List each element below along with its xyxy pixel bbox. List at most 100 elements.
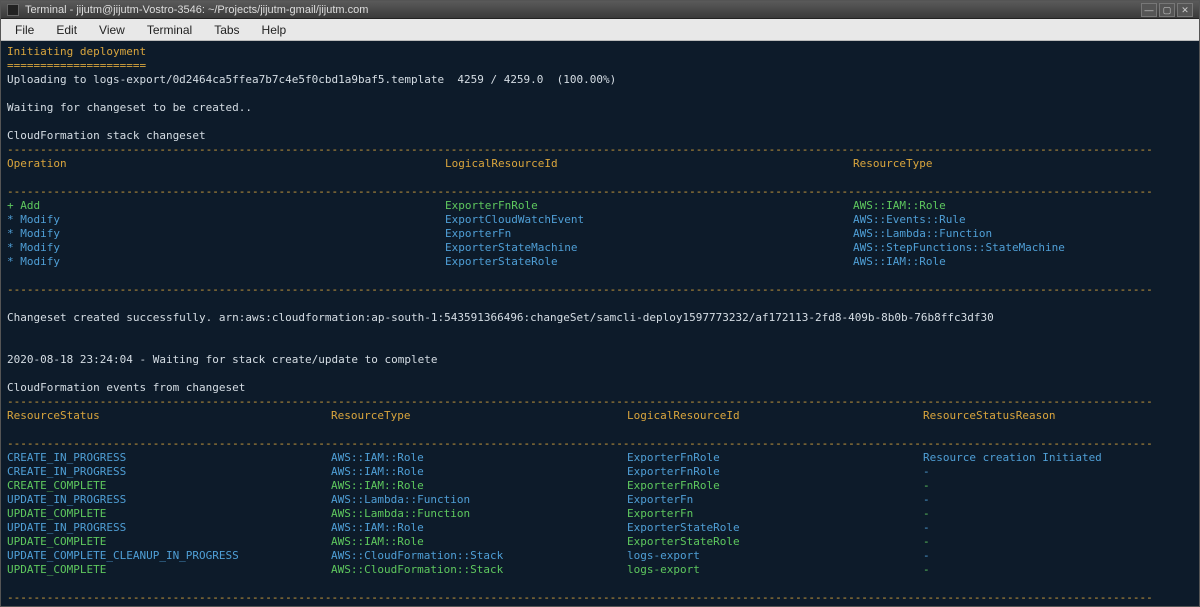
- hdr-resource-status: ResourceStatus: [7, 409, 331, 423]
- rt-cell: AWS::Events::Rule: [853, 213, 1193, 227]
- lid-cell: ExporterStateRole: [445, 255, 853, 269]
- rs-cell: CREATE_IN_PROGRESS: [7, 451, 331, 465]
- event-row: UPDATE_COMPLETEAWS::Lambda::FunctionExpo…: [7, 507, 1193, 521]
- event-row: UPDATE_COMPLETEAWS::IAM::RoleExporterSta…: [7, 535, 1193, 549]
- hdr-resource-status-reason: ResourceStatusReason: [923, 409, 1193, 423]
- initiating-line: Initiating deployment: [7, 45, 146, 58]
- event-row: UPDATE_IN_PROGRESSAWS::Lambda::FunctionE…: [7, 493, 1193, 507]
- changeset-row: * ModifyExporterFnAWS::Lambda::Function: [7, 227, 1193, 241]
- rs-cell: UPDATE_COMPLETE: [7, 563, 331, 577]
- window-title-text: Terminal - jijutm@jijutm-Vostro-3546: ~/…: [25, 4, 368, 16]
- titlebar-left: Terminal - jijutm@jijutm-Vostro-3546: ~/…: [7, 4, 368, 16]
- rs-cell: UPDATE_COMPLETE: [7, 535, 331, 549]
- rsr-cell: -: [923, 479, 1193, 493]
- lr-cell: ExporterFn: [627, 493, 923, 507]
- lr-cell: ExporterFnRole: [627, 479, 923, 493]
- menu-file[interactable]: File: [5, 21, 44, 39]
- lid-cell: ExportCloudWatchEvent: [445, 213, 853, 227]
- minimize-button[interactable]: —: [1141, 3, 1157, 17]
- rtype-cell: AWS::Lambda::Function: [331, 507, 627, 521]
- op-cell: + Add: [7, 199, 445, 213]
- lid-cell: ExporterFn: [445, 227, 853, 241]
- lr-cell: ExporterStateRole: [627, 521, 923, 535]
- rtype-cell: AWS::IAM::Role: [331, 521, 627, 535]
- event-rows: CREATE_IN_PROGRESSAWS::IAM::RoleExporter…: [7, 451, 1193, 577]
- op-cell: * Modify: [7, 241, 445, 255]
- initiating-underline: =====================: [7, 59, 146, 72]
- rtype-cell: AWS::CloudFormation::Stack: [331, 563, 627, 577]
- rsr-cell: -: [923, 563, 1193, 577]
- rtype-cell: AWS::Lambda::Function: [331, 493, 627, 507]
- rsr-cell: -: [923, 465, 1193, 479]
- rsr-cell: -: [923, 549, 1193, 563]
- hdr-operation: Operation: [7, 157, 445, 171]
- rsr-cell: -: [923, 521, 1193, 535]
- maximize-button[interactable]: ▢: [1159, 3, 1175, 17]
- rtype-cell: AWS::IAM::Role: [331, 465, 627, 479]
- stack-changeset-line: CloudFormation stack changeset: [7, 129, 206, 142]
- close-button[interactable]: ✕: [1177, 3, 1193, 17]
- lr-cell: ExporterFn: [627, 507, 923, 521]
- rs-cell: CREATE_IN_PROGRESS: [7, 465, 331, 479]
- hdr-resource-type: ResourceType: [853, 157, 1193, 171]
- op-cell: * Modify: [7, 213, 445, 227]
- rt-cell: AWS::IAM::Role: [853, 255, 1193, 269]
- event-row: UPDATE_IN_PROGRESSAWS::IAM::RoleExporter…: [7, 521, 1193, 535]
- hdr-logical-resource-id: LogicalResourceId: [445, 157, 853, 171]
- lr-cell: ExporterFnRole: [627, 465, 923, 479]
- waiting-changeset-line: Waiting for changeset to be created..: [7, 101, 252, 114]
- rs-cell: UPDATE_COMPLETE_CLEANUP_IN_PROGRESS: [7, 549, 331, 563]
- event-row: UPDATE_COMPLETEAWS::CloudFormation::Stac…: [7, 563, 1193, 577]
- events-header-row: ResourceStatusResourceTypeLogicalResourc…: [7, 409, 1193, 423]
- lr-cell: logs-export: [627, 549, 923, 563]
- menu-terminal[interactable]: Terminal: [137, 21, 202, 39]
- op-cell: * Modify: [7, 227, 445, 241]
- hdr-resource-type: ResourceType: [331, 409, 627, 423]
- window-titlebar: Terminal - jijutm@jijutm-Vostro-3546: ~/…: [1, 1, 1199, 19]
- changeset-row: * ModifyExporterStateRoleAWS::IAM::Role: [7, 255, 1193, 269]
- events-header-line: CloudFormation events from changeset: [7, 381, 245, 394]
- rsr-cell: -: [923, 535, 1193, 549]
- hdr-logical-resource-id: LogicalResourceId: [627, 409, 923, 423]
- lid-cell: ExporterStateMachine: [445, 241, 853, 255]
- event-row: CREATE_COMPLETEAWS::IAM::RoleExporterFnR…: [7, 479, 1193, 493]
- rs-cell: UPDATE_COMPLETE: [7, 507, 331, 521]
- menu-edit[interactable]: Edit: [46, 21, 87, 39]
- divider-line: ----------------------------------------…: [7, 395, 1153, 408]
- event-row: UPDATE_COMPLETE_CLEANUP_IN_PROGRESSAWS::…: [7, 549, 1193, 563]
- changeset-row: * ModifyExporterStateMachineAWS::StepFun…: [7, 241, 1193, 255]
- changeset-rows: + AddExporterFnRoleAWS::IAM::Role* Modif…: [7, 199, 1193, 269]
- rtype-cell: AWS::CloudFormation::Stack: [331, 549, 627, 563]
- rs-cell: CREATE_COMPLETE: [7, 479, 331, 493]
- menu-view[interactable]: View: [89, 21, 135, 39]
- event-row: CREATE_IN_PROGRESSAWS::IAM::RoleExporter…: [7, 465, 1193, 479]
- lid-cell: ExporterFnRole: [445, 199, 853, 213]
- changeset-header-row: OperationLogicalResourceIdResourceType: [7, 157, 1193, 171]
- divider-line: ----------------------------------------…: [7, 143, 1153, 156]
- rt-cell: AWS::IAM::Role: [853, 199, 1193, 213]
- window-controls: — ▢ ✕: [1141, 3, 1193, 17]
- op-cell: * Modify: [7, 255, 445, 269]
- menu-bar: File Edit View Terminal Tabs Help: [1, 19, 1199, 41]
- rtype-cell: AWS::IAM::Role: [331, 535, 627, 549]
- menu-tabs[interactable]: Tabs: [204, 21, 249, 39]
- rsr-cell: -: [923, 493, 1193, 507]
- terminal-output[interactable]: Initiating deployment ==================…: [1, 41, 1199, 606]
- lr-cell: ExporterStateRole: [627, 535, 923, 549]
- menu-help[interactable]: Help: [252, 21, 297, 39]
- divider-line: ----------------------------------------…: [7, 283, 1153, 296]
- waiting-stack-line: 2020-08-18 23:24:04 - Waiting for stack …: [7, 353, 437, 366]
- rtype-cell: AWS::IAM::Role: [331, 479, 627, 493]
- lr-cell: logs-export: [627, 563, 923, 577]
- divider-line: ----------------------------------------…: [7, 185, 1153, 198]
- changeset-created-line: Changeset created successfully. arn:aws:…: [7, 311, 994, 324]
- rsr-cell: Resource creation Initiated: [923, 451, 1193, 465]
- divider-line: ----------------------------------------…: [7, 437, 1153, 450]
- rs-cell: UPDATE_IN_PROGRESS: [7, 493, 331, 507]
- terminal-icon: [7, 4, 19, 16]
- rt-cell: AWS::StepFunctions::StateMachine: [853, 241, 1193, 255]
- lr-cell: ExporterFnRole: [627, 451, 923, 465]
- divider-line: ----------------------------------------…: [7, 591, 1153, 604]
- changeset-row: + AddExporterFnRoleAWS::IAM::Role: [7, 199, 1193, 213]
- rtype-cell: AWS::IAM::Role: [331, 451, 627, 465]
